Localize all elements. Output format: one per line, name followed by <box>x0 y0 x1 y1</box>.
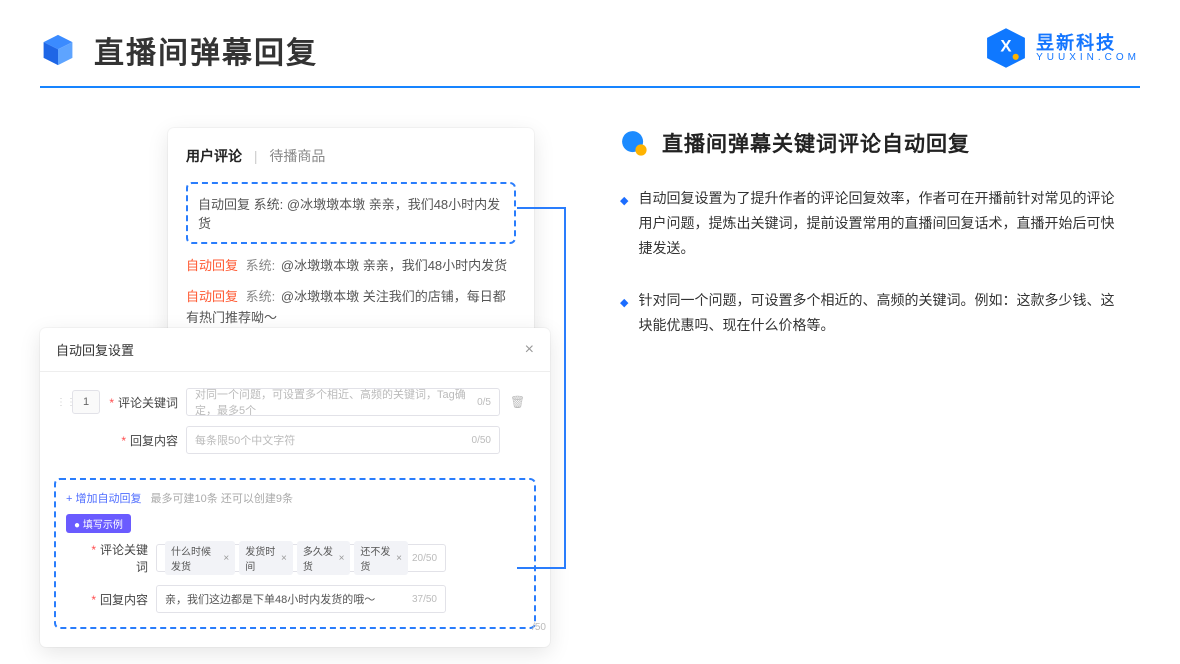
keyword-input[interactable]: 对同一个问题，可设置多个相近、高频的关键词，Tag确定，最多5个 0/5 <box>186 388 500 416</box>
ex-content-input[interactable]: 亲，我们这边都是下单48小时内发货的哦～ 37/50 <box>156 585 446 613</box>
example-badge: ● 填写示例 <box>66 514 131 533</box>
message-item: 自动回复 系统: @冰墩墩本墩 亲亲，我们48小时内发货 <box>186 256 516 277</box>
tag-item[interactable]: 多久发货× <box>297 541 351 575</box>
example-section: + 增加自动回复 最多可建10条 还可以创建9条 ● 填写示例 评论关键词 什么… <box>54 478 536 629</box>
content-label: 回复内容 <box>108 432 178 449</box>
section-heading: 直播间弹幕关键词评论自动回复 <box>662 128 970 158</box>
ex-kw-count: 20/50 <box>412 553 437 564</box>
brand-url: YUUXIN.COM <box>1036 52 1140 63</box>
comments-card: 用户评论 | 待播商品 自动回复 系统: @冰墩墩本墩 亲亲，我们48小时内发货… <box>168 128 534 358</box>
brand-logo: X 昱新科技 YUUXIN.COM <box>984 26 1140 70</box>
tag-item[interactable]: 还不发货× <box>354 541 408 575</box>
content-input[interactable]: 每条限50个中文字符 0/50 <box>186 426 500 454</box>
tag-item[interactable]: 发货时间× <box>239 541 293 575</box>
brand-name: 昱新科技 <box>1036 34 1140 52</box>
chat-bubble-icon <box>620 129 648 157</box>
trash-icon[interactable]: 🗑 <box>510 395 526 409</box>
keyword-count: 0/5 <box>477 397 491 408</box>
svg-text:X: X <box>1001 37 1012 56</box>
close-icon[interactable]: × <box>525 341 534 359</box>
drag-handle-icon[interactable]: ⋮⋮ <box>56 397 66 408</box>
content-count: 0/50 <box>472 435 491 446</box>
message-item: 自动回复 系统: @冰墩墩本墩 关注我们的店铺，每日都有热门推荐呦～ <box>186 287 516 329</box>
tab-user-comments[interactable]: 用户评论 <box>186 148 242 164</box>
keyword-label: 评论关键词 <box>108 394 178 411</box>
modal-title: 自动回复设置 <box>56 340 134 359</box>
ex-keyword-input[interactable]: 什么时候发货× 发货时间× 多久发货× 还不发货× 20/50 <box>156 544 446 572</box>
row-number: 1 <box>72 390 100 414</box>
outer-count: /50 <box>532 622 546 633</box>
brand-hex-icon: X <box>984 26 1028 70</box>
ex-keyword-label: 评论关键词 <box>84 541 148 575</box>
bullet-1: ◆ 自动回复设置为了提升作者的评论回复效率，作者可在开播前针对常见的评论用户问题… <box>620 186 1120 262</box>
page-title: 直播间弹幕回复 <box>94 28 318 72</box>
auto-reply-settings-modal: 自动回复设置 × ⋮⋮ 1 评论关键词 对同一个问题，可设置多个相近、高频的关键… <box>40 328 550 647</box>
bullet-2: ◆ 针对同一个问题，可设置多个相近的、高频的关键词。例如：这款多少钱、这块能优惠… <box>620 288 1120 338</box>
add-auto-reply-link[interactable]: + 增加自动回复 <box>66 493 141 505</box>
comments-tabs: 用户评论 | 待播商品 <box>186 146 516 166</box>
cube-icon <box>40 32 76 68</box>
highlighted-message: 自动回复 系统: @冰墩墩本墩 亲亲，我们48小时内发货 <box>186 182 516 244</box>
ex-content-label: 回复内容 <box>84 591 148 608</box>
add-hint: 最多可建10条 还可以创建9条 <box>151 493 293 505</box>
tag-item[interactable]: 什么时候发货× <box>165 541 235 575</box>
auto-reply-tag: 自动回复 <box>198 197 250 212</box>
tab-pending-goods[interactable]: 待播商品 <box>269 148 325 164</box>
ex-content-count: 37/50 <box>412 594 437 605</box>
